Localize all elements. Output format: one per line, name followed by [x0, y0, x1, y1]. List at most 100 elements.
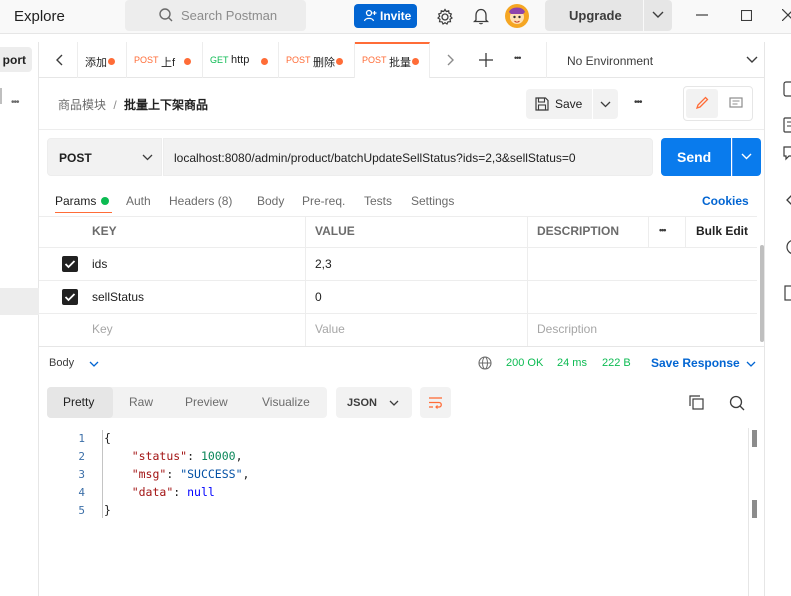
sidebar-more-icon[interactable]: •••: [11, 97, 19, 108]
request-tabs-bar: 添加 POST 上f GET http POST 删除 POST 批量 ••• …: [39, 42, 764, 78]
notification-bell-icon[interactable]: [473, 7, 489, 25]
save-response-button[interactable]: Save Response: [651, 356, 740, 370]
tabs-more-icon[interactable]: •••: [514, 53, 522, 63]
code-icon[interactable]: [785, 192, 791, 208]
chevron-down-icon: [652, 11, 664, 19]
copy-icon[interactable]: [689, 395, 704, 410]
bulk-edit-button[interactable]: Bulk Edit: [696, 224, 748, 238]
param-key[interactable]: sellStatus: [92, 290, 144, 304]
api-icon[interactable]: [783, 81, 791, 97]
related-icon[interactable]: [784, 285, 791, 301]
tab-get-http[interactable]: GET http: [203, 42, 279, 78]
sidebar-selected-item[interactable]: [0, 288, 39, 315]
top-bar: Explore Search Postman Invite Upgrade: [0, 0, 791, 34]
upgrade-dropdown[interactable]: [644, 0, 672, 31]
settings-gear-icon[interactable]: [436, 8, 454, 26]
params-active-dot: [101, 197, 109, 205]
request-more-icon[interactable]: •••: [634, 97, 642, 108]
breadcrumb-current[interactable]: 批量上下架商品: [124, 98, 208, 112]
tab-method: POST: [362, 55, 387, 65]
comments-icon[interactable]: [783, 145, 791, 161]
response-time[interactable]: 24 ms: [557, 357, 587, 369]
save-icon: [535, 97, 549, 111]
tab-prereq[interactable]: Pre-req.: [302, 194, 345, 208]
save-dropdown[interactable]: [593, 89, 618, 119]
view-tab-preview[interactable]: Preview: [185, 395, 228, 409]
import-button[interactable]: port: [0, 47, 32, 72]
info-icon[interactable]: [784, 239, 791, 255]
tab-tests[interactable]: Tests: [364, 194, 392, 208]
minimize-icon[interactable]: [696, 14, 708, 16]
response-body-label[interactable]: Body: [49, 357, 74, 369]
param-value[interactable]: 0: [315, 290, 322, 304]
request-scrollbar[interactable]: [760, 245, 764, 342]
tabs-scroll-left-icon[interactable]: [55, 54, 63, 66]
description-input[interactable]: Description: [537, 322, 597, 336]
documentation-icon[interactable]: [783, 117, 791, 133]
avatar[interactable]: [505, 4, 529, 28]
maximize-icon[interactable]: [741, 10, 752, 21]
tab-add[interactable]: 添加: [78, 42, 127, 78]
add-user-icon: [363, 9, 377, 23]
environment-selector[interactable]: No Environment: [567, 54, 653, 68]
param-value[interactable]: 2,3: [315, 257, 332, 271]
header-value: VALUE: [315, 224, 355, 238]
code-line: {: [104, 431, 111, 445]
tab-headers[interactable]: Headers (8): [169, 194, 232, 208]
upgrade-button[interactable]: Upgrade: [545, 0, 643, 31]
send-label: Send: [677, 149, 712, 165]
tab-settings[interactable]: Settings: [411, 194, 454, 208]
view-tab-visualize[interactable]: Visualize: [262, 395, 310, 409]
tab-method: POST: [134, 55, 159, 65]
tab-post-batch[interactable]: POST 批量: [355, 42, 430, 78]
line-number: 2: [78, 450, 85, 463]
format-select[interactable]: JSON: [336, 387, 412, 418]
import-label: port: [2, 53, 26, 67]
key-input[interactable]: Key: [92, 322, 113, 336]
view-tab-pretty[interactable]: Pretty: [63, 395, 94, 409]
response-scrollbar-thumb[interactable]: [752, 430, 757, 447]
breadcrumb: 商品模块 / 批量上下架商品: [58, 96, 208, 113]
chevron-down-icon[interactable]: [746, 56, 758, 64]
comment-mode-button[interactable]: [720, 89, 752, 118]
save-button[interactable]: Save: [526, 89, 592, 119]
cookies-link[interactable]: Cookies: [702, 194, 749, 208]
send-dropdown[interactable]: [732, 138, 761, 176]
param-checkbox[interactable]: [62, 289, 78, 305]
response-size[interactable]: 222 B: [602, 357, 631, 369]
value-input[interactable]: Value: [315, 322, 345, 336]
globe-icon[interactable]: [478, 356, 492, 370]
response-status[interactable]: 200 OK: [506, 357, 543, 369]
view-mode-toggle: [683, 86, 753, 121]
tab-name: http: [231, 54, 250, 66]
search-icon[interactable]: [729, 395, 745, 411]
tab-post-shangjia[interactable]: POST 上f: [127, 42, 203, 78]
param-checkbox[interactable]: [62, 256, 78, 272]
view-tab-raw[interactable]: Raw: [129, 395, 153, 409]
breadcrumb-parent[interactable]: 商品模块: [58, 98, 106, 112]
send-button[interactable]: Send: [661, 138, 731, 176]
search-box[interactable]: Search Postman: [125, 0, 306, 31]
unsaved-dot: [108, 58, 115, 65]
method-select[interactable]: POST: [47, 138, 162, 176]
param-key[interactable]: ids: [92, 257, 107, 271]
edit-mode-button[interactable]: [686, 89, 718, 118]
new-tab-plus-icon[interactable]: [479, 53, 493, 67]
explore-link[interactable]: Explore: [14, 8, 65, 25]
tab-body[interactable]: Body: [257, 194, 284, 208]
url-input[interactable]: localhost:8080/admin/product/batchUpdate…: [163, 138, 653, 176]
tab-auth[interactable]: Auth: [126, 194, 151, 208]
table-more-icon[interactable]: •••: [659, 225, 667, 235]
close-icon[interactable]: [782, 9, 791, 21]
right-sidebar: [764, 42, 791, 596]
tabs-scroll-right-icon[interactable]: [447, 54, 455, 66]
wrap-lines-button[interactable]: [420, 387, 451, 418]
chevron-down-icon[interactable]: [746, 361, 756, 367]
chevron-down-icon: [741, 153, 752, 160]
tab-post-delete[interactable]: POST 删除: [279, 42, 355, 78]
tab-params[interactable]: Params: [55, 194, 96, 208]
chevron-down-icon[interactable]: [89, 361, 99, 367]
comment-icon: [729, 97, 743, 110]
response-scrollbar-thumb[interactable]: [752, 500, 757, 518]
invite-button[interactable]: Invite: [354, 4, 417, 28]
